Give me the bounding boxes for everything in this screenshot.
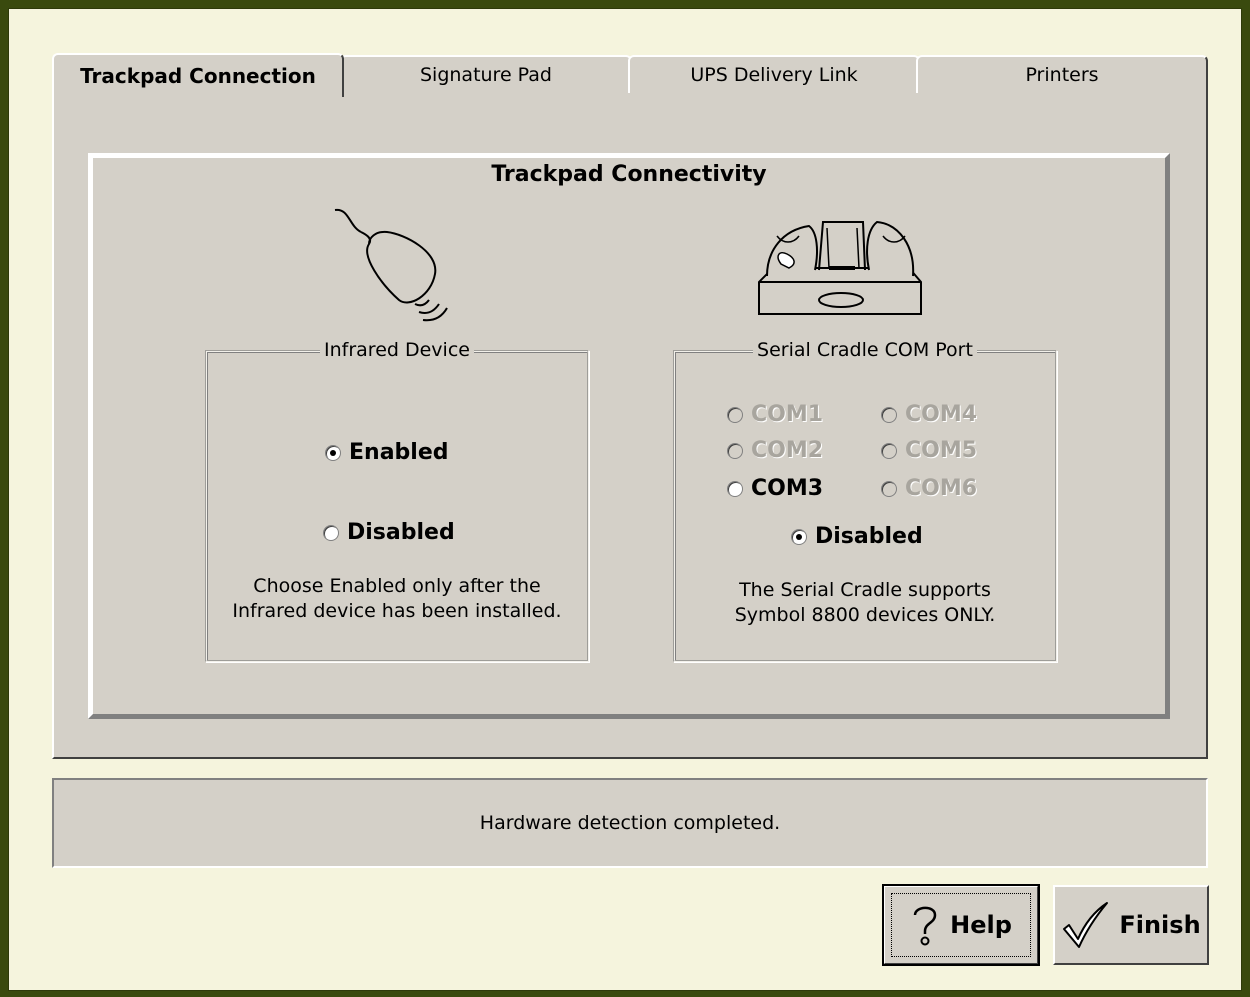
radio-indicator: [791, 528, 807, 545]
tab-label: Trackpad Connection: [80, 64, 316, 88]
radio-label: COM3: [751, 476, 824, 501]
tab-label: Printers: [1025, 64, 1099, 86]
serial-cradle-icon: [758, 220, 922, 315]
radio-label: Disabled: [347, 520, 455, 545]
infrared-note: Choose Enabled only after the Infrared d…: [232, 575, 562, 622]
question-icon: [913, 906, 937, 946]
status-bar: Hardware detection completed.: [52, 778, 1208, 868]
tab-panel: Trackpad Connectivity Infrared Device En…: [52, 93, 1208, 759]
com4-radio[interactable]: COM4: [881, 402, 977, 427]
group-legend: Infrared Device: [207, 339, 587, 361]
com1-radio[interactable]: COM1: [727, 402, 823, 427]
radio-indicator: [881, 442, 897, 459]
radio-label: COM5: [905, 438, 978, 463]
tab-label: UPS Delivery Link: [690, 64, 858, 86]
help-button[interactable]: Help: [882, 884, 1040, 966]
finish-button[interactable]: Finish: [1053, 885, 1209, 965]
serial-note: The Serial Cradle supports Symbol 8800 d…: [734, 579, 996, 626]
radio-indicator: [323, 524, 339, 541]
com5-radio[interactable]: COM5: [881, 438, 977, 463]
tab-signature-pad[interactable]: Signature Pad: [340, 55, 632, 93]
radio-indicator: [727, 442, 743, 459]
radio-label: COM1: [751, 402, 824, 427]
help-label: Help: [950, 911, 1012, 939]
radio-label: COM4: [905, 402, 978, 427]
com3-radio[interactable]: COM3: [727, 476, 823, 501]
radio-label: Enabled: [349, 440, 449, 465]
connectivity-frame: Trackpad Connectivity Infrared Device En…: [88, 153, 1170, 719]
radio-indicator: [325, 444, 341, 461]
infrared-device-group: Infrared Device Enabled Disabled Choose …: [205, 339, 589, 662]
group-legend: Serial Cradle COM Port: [675, 339, 1055, 361]
radio-label: COM6: [905, 476, 978, 501]
com2-radio[interactable]: COM2: [727, 438, 823, 463]
serial-disabled-radio[interactable]: Disabled: [791, 524, 923, 549]
infrared-disabled-radio[interactable]: Disabled: [323, 520, 455, 545]
tab-printers[interactable]: Printers: [916, 55, 1208, 93]
checkmark-icon: [1063, 902, 1109, 948]
page-title: Trackpad Connectivity: [491, 162, 767, 187]
status-text: Hardware detection completed.: [479, 812, 781, 834]
radio-label: Disabled: [815, 524, 923, 549]
com6-radio[interactable]: COM6: [881, 476, 977, 501]
radio-label: COM2: [751, 438, 824, 463]
serial-cradle-group: Serial Cradle COM Port COM1 COM2 COM3 CO…: [673, 339, 1057, 662]
tab-ups-delivery-link[interactable]: UPS Delivery Link: [628, 55, 920, 93]
tab-strip: Trackpad Connection Signature Pad UPS De…: [52, 53, 1208, 97]
tab-trackpad-connection[interactable]: Trackpad Connection: [52, 53, 344, 97]
finish-label: Finish: [1119, 911, 1201, 939]
radio-indicator: [727, 480, 743, 497]
radio-indicator: [881, 480, 897, 497]
infrared-device-icon: [334, 208, 448, 322]
radio-indicator: [881, 406, 897, 423]
infrared-enabled-radio[interactable]: Enabled: [325, 440, 449, 465]
radio-indicator: [727, 406, 743, 423]
tab-label: Signature Pad: [419, 64, 552, 86]
